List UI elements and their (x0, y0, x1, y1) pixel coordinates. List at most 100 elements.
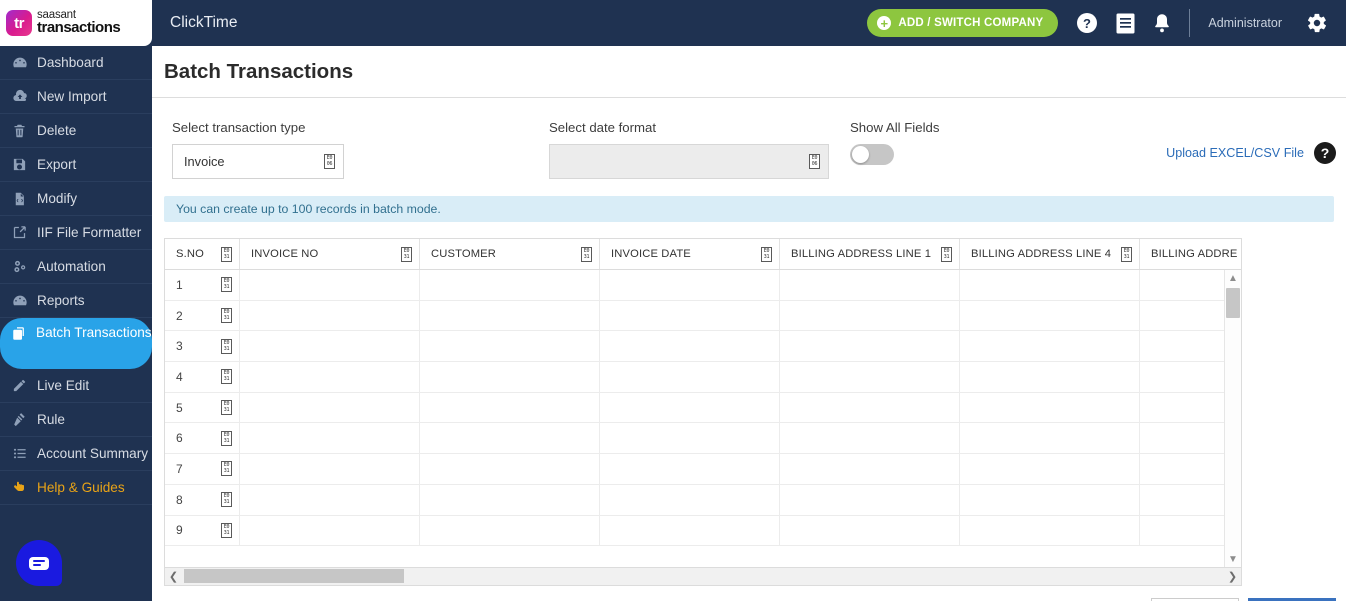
grid-cell[interactable] (960, 362, 1140, 392)
upload-excel-csv-link[interactable]: Upload EXCEL/CSV File (1166, 146, 1304, 160)
grid-horizontal-scrollbar[interactable]: ❮ ❯ (164, 568, 1242, 586)
grid-cell[interactable] (240, 270, 420, 300)
grid-cell[interactable] (420, 423, 600, 454)
sidebar-item-dashboard[interactable]: Dashboard (0, 46, 152, 80)
missing-glyph-icon[interactable]: E0 31 (221, 461, 232, 477)
grid-cell[interactable] (240, 423, 420, 454)
grid-cell[interactable] (600, 270, 780, 300)
sidebar-item-batch-transactions[interactable]: Batch Transactions (0, 318, 152, 369)
grid-column-header[interactable]: CUSTOMER E0 31 (420, 239, 600, 269)
sidebar-item-iif-file-formatter[interactable]: IIF File Formatter (0, 216, 152, 250)
grid-cell[interactable] (960, 331, 1140, 362)
grid-cell[interactable] (600, 362, 780, 392)
grid-cell[interactable] (420, 515, 600, 546)
missing-glyph-icon[interactable]: E0 31 (761, 246, 772, 262)
sidebar-item-delete[interactable]: Delete (0, 114, 152, 148)
grid-column-header[interactable]: INVOICE NO E0 31 (240, 239, 420, 269)
question-circle-icon[interactable]: ? (1076, 12, 1098, 34)
gear-icon[interactable] (1306, 12, 1328, 34)
grid-cell[interactable] (600, 454, 780, 484)
sidebar-item-help-guides[interactable]: Help & Guides (0, 471, 152, 505)
grid-cell[interactable] (960, 484, 1140, 515)
grid-cell[interactable] (600, 392, 780, 423)
document-list-icon[interactable] (1116, 13, 1135, 34)
missing-glyph-icon[interactable]: E0 31 (941, 246, 952, 262)
chevron-left-icon[interactable]: ❮ (165, 570, 182, 583)
missing-glyph-icon[interactable]: E0 31 (581, 246, 592, 262)
grid-cell[interactable] (240, 392, 420, 423)
missing-glyph-icon[interactable]: E0 31 (221, 522, 232, 538)
grid-cell[interactable] (420, 454, 600, 484)
bell-icon[interactable] (1153, 13, 1171, 33)
missing-glyph-icon[interactable]: E0 31 (221, 277, 232, 293)
grid-column-header[interactable]: BILLING ADDRE (1140, 239, 1241, 269)
vscroll-track[interactable] (1225, 286, 1241, 551)
sidebar-item-export[interactable]: Export (0, 148, 152, 182)
grid-cell[interactable] (420, 484, 600, 515)
sidebar-item-modify[interactable]: Modify (0, 182, 152, 216)
grid-cell[interactable] (780, 300, 960, 331)
chevron-down-icon[interactable]: ▼ (1228, 551, 1238, 567)
grid-cell[interactable] (240, 515, 420, 546)
grid-cell[interactable] (240, 484, 420, 515)
sidebar-item-rule[interactable]: Rule (0, 403, 152, 437)
date-format-select[interactable]: E0 06 (549, 144, 829, 179)
sidebar-item-new-import[interactable]: New Import (0, 80, 152, 114)
grid-cell[interactable] (780, 484, 960, 515)
missing-glyph-icon[interactable]: E0 31 (221, 338, 232, 354)
missing-glyph-icon[interactable]: E0 31 (221, 400, 232, 416)
grid-cell[interactable] (240, 454, 420, 484)
grid-cell[interactable] (420, 362, 600, 392)
grid-cell[interactable] (780, 423, 960, 454)
sidebar-item-reports[interactable]: Reports (0, 284, 152, 318)
grid-cell[interactable] (600, 300, 780, 331)
grid-cell[interactable] (420, 300, 600, 331)
brand-logo[interactable]: tr saasant transactions (0, 0, 152, 46)
grid-cell[interactable] (600, 484, 780, 515)
grid-cell[interactable] (780, 270, 960, 300)
grid-cell[interactable] (240, 362, 420, 392)
grid-cell[interactable] (600, 423, 780, 454)
grid-cell[interactable] (600, 515, 780, 546)
show-all-fields-toggle[interactable] (850, 144, 894, 165)
grid-column-header[interactable]: BILLING ADDRESS LINE 4 E0 31 (960, 239, 1140, 269)
hscroll-track[interactable] (182, 568, 1224, 585)
missing-glyph-icon[interactable]: E0 31 (221, 246, 232, 262)
grid-cell[interactable] (780, 392, 960, 423)
grid-cell[interactable] (420, 270, 600, 300)
grid-cell[interactable] (960, 392, 1140, 423)
chat-bubble-icon[interactable] (16, 540, 62, 586)
missing-glyph-icon[interactable]: E0 31 (401, 246, 412, 262)
hscroll-thumb[interactable] (184, 569, 404, 583)
grid-cell[interactable] (600, 331, 780, 362)
missing-glyph-icon[interactable]: E0 31 (1121, 246, 1132, 262)
grid-cell[interactable] (420, 392, 600, 423)
grid-column-header[interactable]: BILLING ADDRESS LINE 1 E0 31 (780, 239, 960, 269)
grid-cell[interactable] (960, 270, 1140, 300)
grid-cell[interactable] (780, 515, 960, 546)
vscroll-thumb[interactable] (1226, 288, 1240, 318)
grid-cell[interactable] (960, 423, 1140, 454)
chevron-right-icon[interactable]: ❯ (1224, 570, 1241, 583)
sidebar-item-live-edit[interactable]: Live Edit (0, 369, 152, 403)
grid-cell[interactable] (780, 362, 960, 392)
missing-glyph-icon[interactable]: E0 31 (221, 369, 232, 385)
sidebar-item-automation[interactable]: Automation (0, 250, 152, 284)
chevron-up-icon[interactable]: ▲ (1228, 270, 1238, 286)
grid-cell[interactable] (780, 454, 960, 484)
grid-cell[interactable] (240, 331, 420, 362)
grid-cell[interactable] (780, 331, 960, 362)
add-switch-company-button[interactable]: + ADD / SWITCH COMPANY (867, 9, 1059, 37)
grid-cell[interactable] (960, 300, 1140, 331)
missing-glyph-icon[interactable]: E0 31 (221, 308, 232, 324)
sidebar-item-account-summary[interactable]: Account Summary (0, 437, 152, 471)
grid-column-header[interactable]: INVOICE DATE E0 31 (600, 239, 780, 269)
grid-cell[interactable] (240, 300, 420, 331)
grid-cell[interactable] (420, 331, 600, 362)
missing-glyph-icon[interactable]: E0 31 (221, 430, 232, 446)
transaction-type-select[interactable]: Invoice E0 06 (172, 144, 344, 179)
grid-cell[interactable] (960, 454, 1140, 484)
grid-column-header[interactable]: S.NO E0 31 (165, 239, 240, 269)
grid-cell[interactable] (960, 515, 1140, 546)
grid-vertical-scrollbar[interactable]: ▲ ▼ (1224, 270, 1241, 567)
